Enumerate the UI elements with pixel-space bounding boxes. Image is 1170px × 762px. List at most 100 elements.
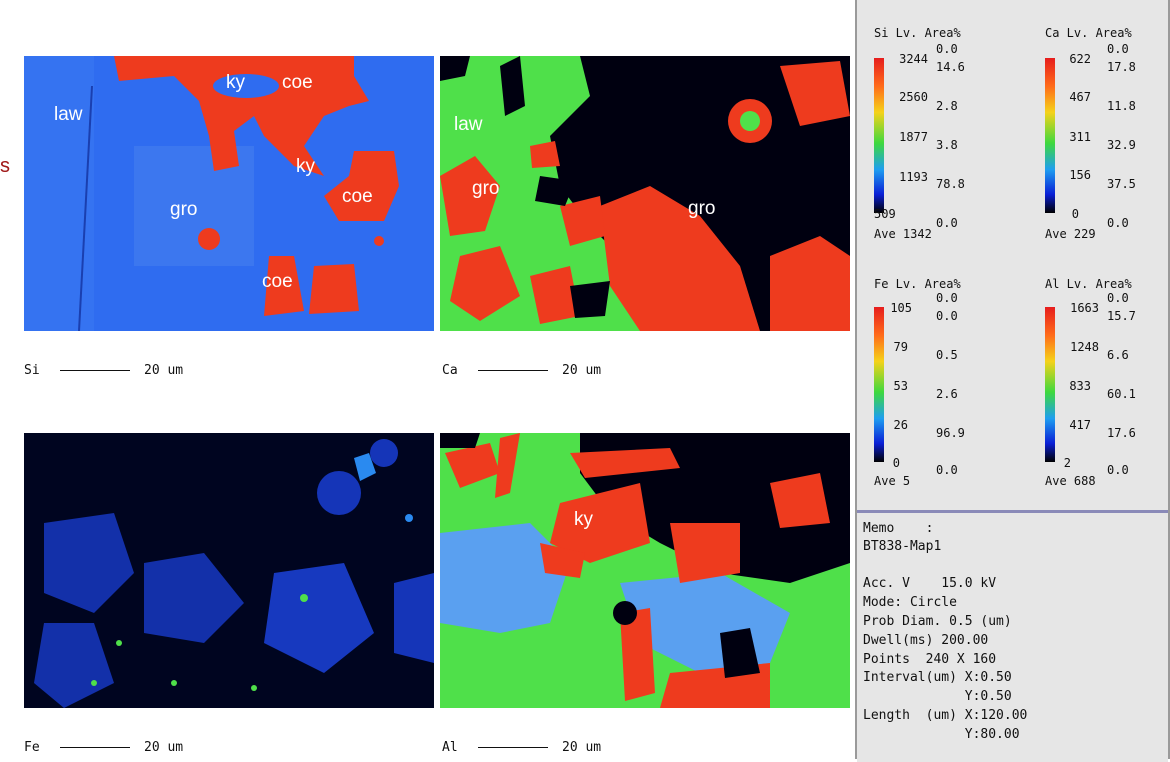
ca-average: Ave 229 <box>1045 227 1096 241</box>
si-area-4: 78.8 <box>936 177 965 191</box>
ca-label-gro-1: gro <box>472 178 500 199</box>
fe-average: Ave 5 <box>874 474 911 488</box>
fe-area-2: 0.5 <box>936 348 958 362</box>
ca-level-4: 0 <box>1071 207 1079 221</box>
si-average: Ave 1342 <box>874 227 932 241</box>
al-area-5: 0.0 <box>1107 463 1129 477</box>
si-map-tile: ky coe law ky gro coe coe Si 20 um <box>22 6 436 380</box>
memo-length-x: Length (um) X:120.00 <box>863 708 1028 723</box>
ca-scale: Ca 20 um <box>442 363 601 378</box>
memo-interval-y: Y:0.50 <box>863 689 1012 704</box>
fe-area-3: 2.6 <box>936 387 958 401</box>
al-area-1: 15.7 <box>1107 309 1136 323</box>
memo-interval-x: Interval(um) X:0.50 <box>863 670 1012 685</box>
fe-level-2: 53 <box>893 379 908 393</box>
al-level-4: 2 <box>1063 456 1071 470</box>
ca-area-0: 0.0 <box>1107 42 1129 56</box>
ca-map-image: law gro gro <box>440 56 850 331</box>
si-scale: Si 20 um <box>24 363 183 378</box>
ca-label-gro-2: gro <box>688 198 716 219</box>
memo-acc-voltage: Acc. V 15.0 kV <box>863 576 997 591</box>
al-area-4: 17.6 <box>1107 426 1136 440</box>
ca-label-law: law <box>454 114 483 135</box>
memo-mode: Mode: Circle <box>863 595 957 610</box>
si-scale-label: 20 um <box>144 363 184 378</box>
ca-scale-bar <box>478 370 548 371</box>
memo-points: Points 240 X 160 <box>863 652 997 667</box>
al-scale-bar <box>478 747 548 748</box>
al-map-image: ky <box>440 433 850 708</box>
ca-level-0: 622 <box>1069 52 1091 66</box>
fe-area-5: 0.0 <box>936 463 958 477</box>
memo-probe-diam: Prob Diam. 0.5 (um) <box>863 614 1012 629</box>
fe-map-tile: Fe 20 um <box>22 383 436 757</box>
si-label-ky-1: ky <box>226 72 245 93</box>
al-area-2: 6.6 <box>1107 348 1129 362</box>
ca-legend: Ca Lv. Area% 622 467 311 156 0 0.0 17.8 … <box>1045 26 1165 246</box>
si-area-5: 0.0 <box>936 216 958 230</box>
al-label-ky: ky <box>574 509 593 530</box>
memo-dwell: Dwell(ms) 200.00 <box>863 633 989 648</box>
si-level-3: 1193 <box>899 170 928 184</box>
ca-area-2: 11.8 <box>1107 99 1136 113</box>
memo-title: Memo : <box>863 521 934 536</box>
ca-level-1: 467 <box>1069 90 1091 104</box>
memo-length-y: Y:80.00 <box>863 727 1020 742</box>
si-element-label: Si <box>24 363 40 378</box>
si-label-ky-2: ky <box>296 156 315 177</box>
si-area-0: 0.0 <box>936 42 958 56</box>
al-map-tile: ky Al 20 um <box>438 383 852 757</box>
si-color-bar <box>874 58 884 213</box>
ca-map-tile: law gro gro Ca 20 um <box>438 6 852 380</box>
al-area-0: 0.0 <box>1107 291 1129 305</box>
si-area-1: 14.6 <box>936 60 965 74</box>
si-label-law: law <box>54 104 83 125</box>
al-level-2: 833 <box>1069 379 1091 393</box>
al-area-3: 60.1 <box>1107 387 1136 401</box>
ca-area-5: 0.0 <box>1107 216 1129 230</box>
al-element-label: Al <box>442 740 458 755</box>
si-level-4: 509 <box>874 207 896 221</box>
fe-legend-header: Fe Lv. Area% <box>874 277 961 291</box>
memo-panel: Memo : BT838-Map1 Acc. V 15.0 kV Mode: C… <box>857 510 1168 762</box>
fe-area-0: 0.0 <box>936 291 958 305</box>
si-map-image: ky coe law ky gro coe coe <box>24 56 434 331</box>
si-level-0: 3244 <box>899 52 928 66</box>
al-legend: Al Lv. Area% 1663 1248 833 417 2 0.0 15.… <box>1045 277 1165 497</box>
al-scale-label: 20 um <box>562 740 602 755</box>
fe-element-label: Fe <box>24 740 40 755</box>
fe-level-3: 26 <box>893 418 908 432</box>
al-level-1: 1248 <box>1070 340 1099 354</box>
fe-area-4: 96.9 <box>936 426 965 440</box>
al-scale: Al 20 um <box>442 740 601 755</box>
si-area-3: 3.8 <box>936 138 958 152</box>
ca-element-label: Ca <box>442 363 458 378</box>
ca-area-3: 32.9 <box>1107 138 1136 152</box>
fe-legend: Fe Lv. Area% 105 79 53 26 0 0.0 0.0 0.5 … <box>874 277 1014 497</box>
al-level-3: 417 <box>1069 418 1091 432</box>
ca-legend-header: Ca Lv. Area% <box>1045 26 1132 40</box>
si-area-2: 2.8 <box>936 99 958 113</box>
fe-level-1: 79 <box>893 340 908 354</box>
si-level-2: 1877 <box>899 130 928 144</box>
al-average: Ave 688 <box>1045 474 1096 488</box>
si-scale-bar <box>60 370 130 371</box>
si-label-coe-3: coe <box>262 271 293 292</box>
al-level-0: 1663 <box>1070 301 1099 315</box>
fe-scale-bar <box>60 747 130 748</box>
si-label-coe-1: coe <box>282 72 313 93</box>
si-legend: Si Lv. Area% 3244 2560 1877 1193 509 0.0… <box>874 26 1014 246</box>
fe-level-4: 0 <box>892 456 900 470</box>
ca-scale-label: 20 um <box>562 363 602 378</box>
fe-area-1: 0.0 <box>936 309 958 323</box>
si-level-1: 2560 <box>899 90 928 104</box>
margin-mark: s <box>0 155 10 177</box>
ca-level-2: 311 <box>1069 130 1091 144</box>
fe-scale: Fe 20 um <box>24 740 183 755</box>
fe-map-image <box>24 433 434 708</box>
ca-area-1: 17.8 <box>1107 60 1136 74</box>
al-legend-header: Al Lv. Area% <box>1045 277 1132 291</box>
memo-name: BT838-Map1 <box>863 539 942 554</box>
si-legend-header: Si Lv. Area% <box>874 26 961 40</box>
si-label-gro: gro <box>170 199 198 220</box>
